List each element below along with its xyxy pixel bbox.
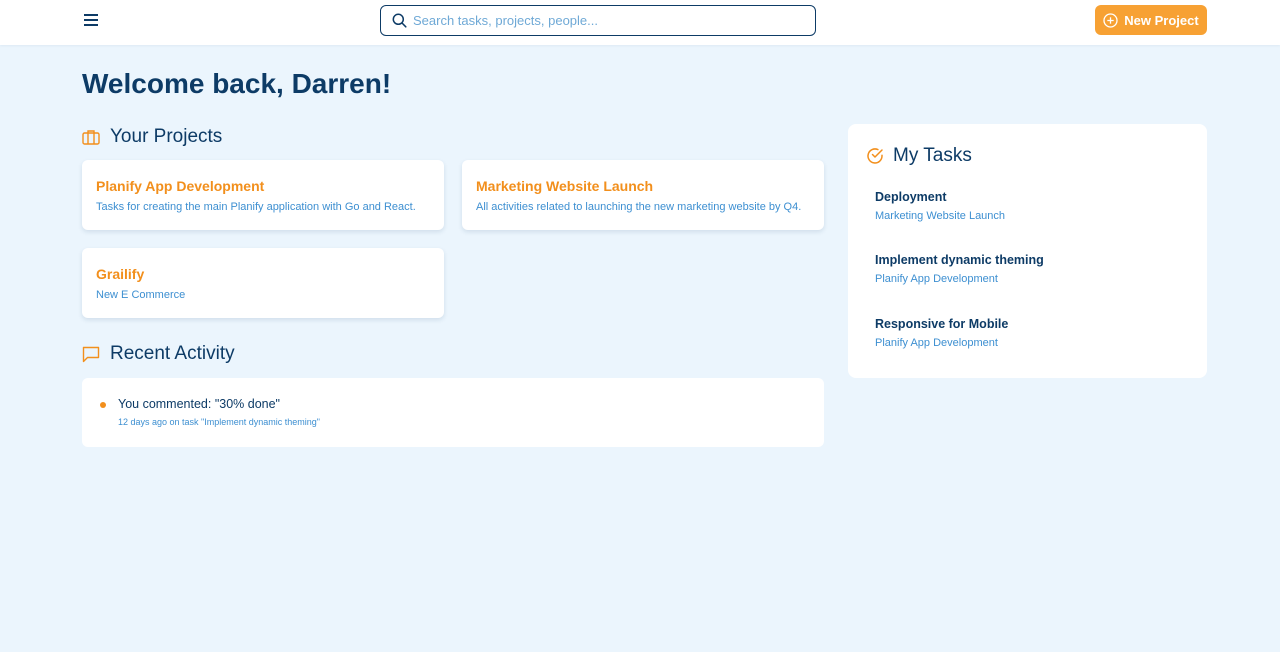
activity-meta: 12 days ago on task "Implement dynamic t… (118, 417, 320, 427)
project-description: New E Commerce (96, 289, 186, 301)
task-item[interactable]: Deployment Marketing Website Launch (875, 190, 1005, 222)
task-item[interactable]: Responsive for Mobile Planify App Develo… (875, 317, 1008, 349)
welcome-heading: Welcome back, Darren! (82, 68, 392, 99)
activity-title: Recent Activity (110, 343, 235, 364)
menu-button[interactable] (81, 10, 101, 30)
task-name: Responsive for Mobile (875, 317, 1009, 331)
tasks-title: My Tasks (893, 145, 972, 166)
project-title: Grailify (96, 266, 145, 282)
project-description: Tasks for creating the main Planify appl… (96, 201, 416, 213)
hamburger-menu-icon (84, 14, 98, 26)
project-title: Marketing Website Launch (476, 178, 654, 194)
search-input[interactable] (411, 13, 801, 28)
check-circle-icon (867, 148, 883, 164)
project-card[interactable]: Marketing Website Launch All activities … (462, 160, 824, 230)
task-project: Marketing Website Launch (875, 210, 1006, 222)
top-bar: New Project (0, 0, 1280, 45)
new-project-label: New Project (1124, 12, 1199, 28)
tasks-section-title: My Tasks (866, 145, 972, 167)
my-tasks-panel: My Tasks Deployment Marketing Website La… (848, 124, 1207, 378)
project-description: All activities related to launching the … (476, 201, 802, 213)
task-project: Planify App Development (875, 273, 998, 285)
task-project: Planify App Development (875, 337, 998, 349)
bullet-dot (100, 402, 106, 408)
project-card[interactable]: Grailify New E Commerce (82, 248, 444, 318)
search-box[interactable] (380, 5, 816, 36)
projects-section-title: Your Projects (82, 126, 222, 148)
plus-circle-icon (1103, 12, 1118, 28)
projects-title: Your Projects (110, 126, 223, 147)
activity-section-title: Recent Activity (82, 343, 235, 365)
task-name: Deployment (875, 190, 947, 204)
project-title: Planify App Development (96, 178, 265, 194)
activity-text: You commented: "30% done" (118, 397, 280, 411)
message-square-icon (82, 346, 100, 362)
task-item[interactable]: Implement dynamic theming Planify App De… (875, 253, 1044, 285)
new-project-button[interactable]: New Project (1095, 5, 1207, 35)
activity-panel: You commented: "30% done" 12 days ago on… (82, 378, 824, 447)
briefcase-icon (82, 130, 100, 145)
task-name: Implement dynamic theming (875, 253, 1044, 267)
project-card[interactable]: Planify App Development Tasks for creati… (82, 160, 444, 230)
search-icon (381, 13, 411, 28)
